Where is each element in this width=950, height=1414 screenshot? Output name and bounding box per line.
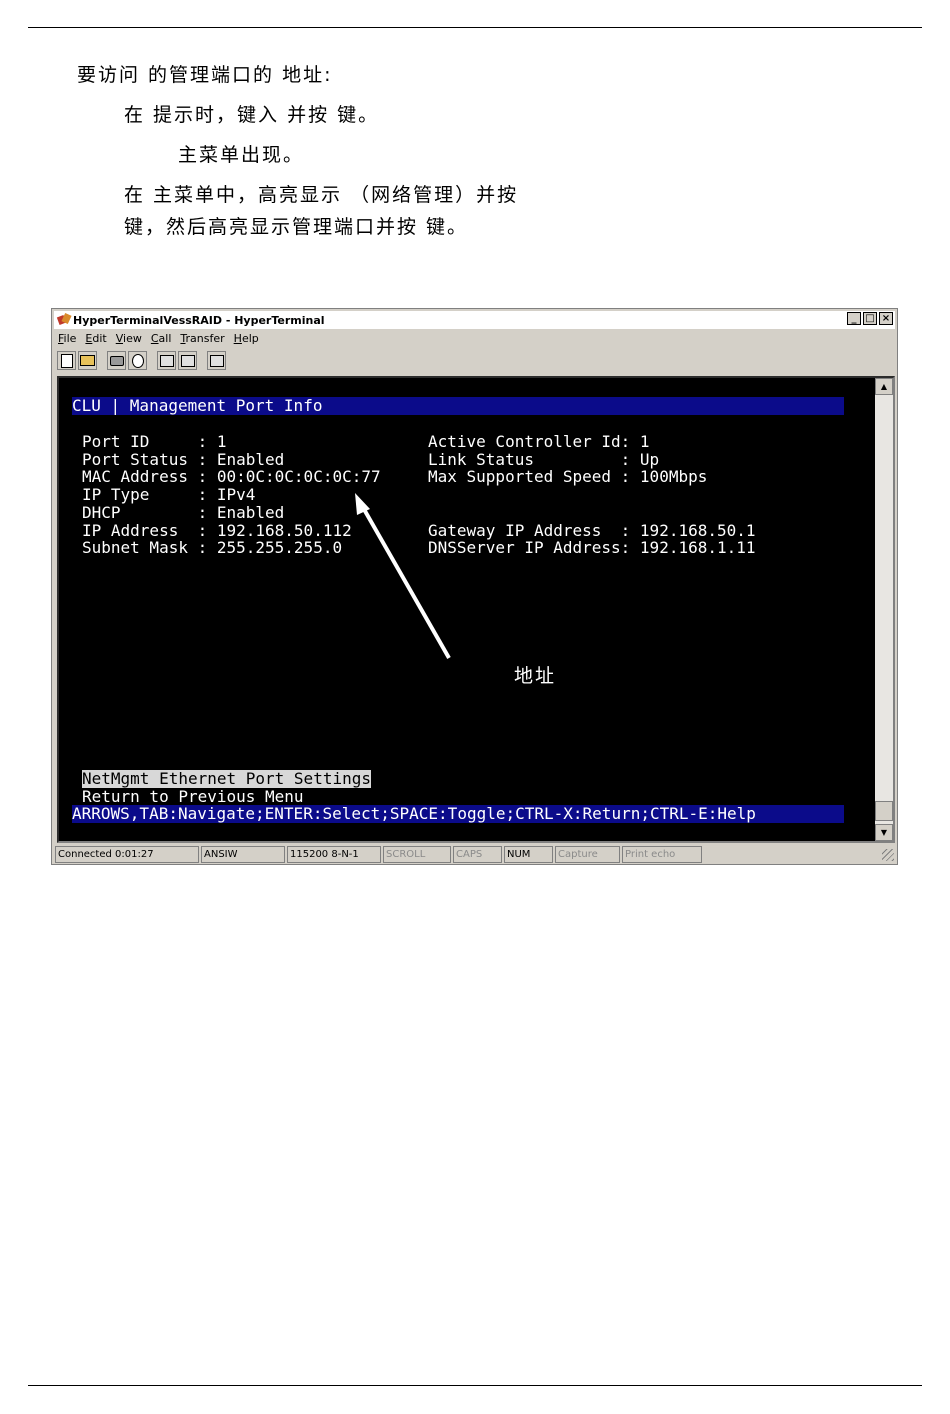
scroll-down-icon[interactable]: ▼ (875, 824, 893, 841)
scroll-thumb[interactable] (875, 801, 893, 821)
info-left-2: MAC Address : 00:0C:0C:0C:0C:77 (82, 467, 381, 486)
menu-netmgmt-ethernet-port-settings[interactable]: NetMgmt Ethernet Port Settings (82, 770, 371, 788)
terminal-screen[interactable]: CLU | Management Port Info Port ID : 1 P… (59, 378, 875, 841)
open-icon[interactable] (78, 351, 97, 370)
terminal-header: CLU | Management Port Info (72, 397, 844, 415)
new-icon[interactable] (57, 351, 76, 370)
status-capture: Capture (555, 846, 620, 863)
status-scroll: SCROLL (383, 846, 451, 863)
send-icon[interactable] (157, 351, 176, 370)
info-left-0: Port ID : 1 (82, 432, 227, 451)
menu-file[interactable]: File (58, 332, 76, 346)
menu-transfer[interactable]: Transfer (180, 332, 224, 346)
scroll-up-icon[interactable]: ▲ (875, 378, 893, 395)
maximize-button[interactable]: □ (863, 312, 877, 325)
info-left-3: IP Type : IPv4 (82, 485, 256, 504)
menu-call[interactable]: Call (151, 332, 172, 346)
vertical-scrollbar[interactable]: ▲ ▼ (875, 378, 893, 841)
status-print-echo: Print echo (622, 846, 702, 863)
resize-grip-icon[interactable] (882, 849, 894, 861)
address-callout-label: 地址 (514, 665, 557, 687)
bottom-rule (28, 1385, 922, 1386)
dial-icon[interactable] (128, 351, 147, 370)
doc-line-4: 在 主菜单中，高亮显示 （网络管理）并按 (124, 184, 519, 206)
top-rule (28, 27, 922, 28)
doc-line-5: 键，然后高亮显示管理端口并按 键。 (124, 216, 469, 238)
window-title: HyperTerminalVessRAID - HyperTerminal (73, 313, 325, 327)
doc-line-1: 要访问 的管理端口的 地址: (77, 64, 333, 86)
hyperterminal-app-icon (56, 312, 72, 327)
close-button[interactable]: × (879, 312, 893, 325)
info-left-6: Subnet Mask : 255.255.255.0 (82, 538, 343, 557)
info-right-0: Active Controller Id: 1 (428, 432, 650, 451)
status-caps: CAPS (453, 846, 502, 863)
info-right-2: Max Supported Speed : 100Mbps (428, 467, 708, 486)
menu-view[interactable]: View (116, 332, 142, 346)
help-bar: ARROWS,TAB:Navigate;ENTER:Select;SPACE:T… (72, 805, 844, 823)
toolbar (57, 351, 226, 373)
status-port-settings: 115200 8-N-1 (287, 846, 381, 863)
receive-icon[interactable] (178, 351, 197, 370)
status-bar: Connected 0:01:27 ANSIW 115200 8-N-1 SCR… (55, 846, 702, 863)
menu-bar: File Edit View Call Transfer Help (58, 332, 259, 346)
properties-icon[interactable] (207, 351, 226, 370)
minimize-button[interactable]: _ (847, 312, 861, 325)
info-left-4: DHCP : Enabled (82, 503, 285, 522)
doc-line-3: 主菜单出现。 (178, 144, 305, 166)
status-emulation: ANSIW (201, 846, 285, 863)
doc-line-2: 在 提示时，键入 并按 键。 (124, 104, 380, 126)
terminal-frame: CLU | Management Port Info Port ID : 1 P… (57, 376, 895, 843)
menu-edit[interactable]: Edit (85, 332, 106, 346)
disconnect-icon[interactable] (107, 351, 126, 370)
menu-help[interactable]: Help (234, 332, 259, 346)
status-connected: Connected 0:01:27 (55, 846, 199, 863)
info-right-6: DNSServer IP Address: 192.168.1.11 (428, 538, 756, 557)
hyperterminal-window: HyperTerminalVessRAID - HyperTerminal _ … (51, 308, 898, 865)
title-bar[interactable]: HyperTerminalVessRAID - HyperTerminal _ … (54, 311, 895, 329)
status-num: NUM (504, 846, 553, 863)
